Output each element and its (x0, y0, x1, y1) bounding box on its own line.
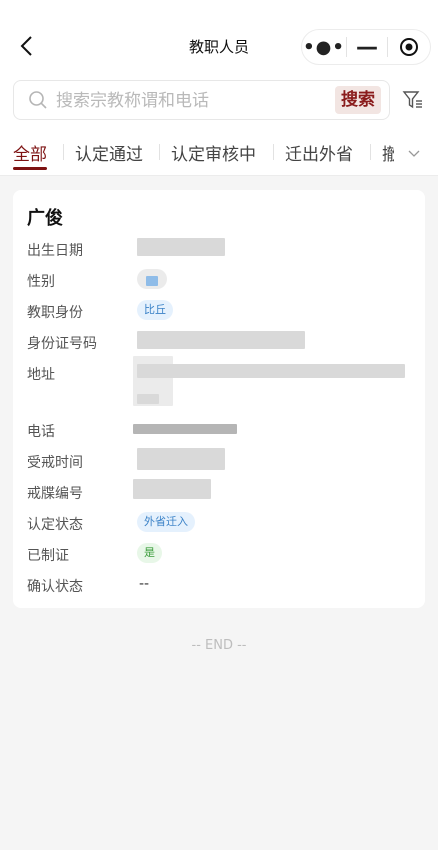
search-box: 搜索 (13, 80, 390, 120)
header-divider (0, 175, 438, 176)
field-label-id-number: 身份证号码 (27, 336, 97, 352)
header: 教职人员 •●• — 搜索宗教称谓和电话 搜索 全部 认定通过 认定审核中 迁出… (0, 0, 438, 176)
redacted-certificate-number (133, 479, 211, 499)
close-target-icon[interactable] (388, 37, 430, 57)
tab-separator (273, 144, 274, 160)
field-label-certified: 已制证 (27, 548, 69, 564)
religious-identity-tag: 比丘 (137, 300, 173, 320)
active-tab-indicator (13, 167, 47, 170)
search-row: 搜索 (0, 80, 438, 122)
field-label-address: 地址 (27, 367, 55, 383)
confirm-status-value: -- (139, 576, 150, 592)
staff-name: 广俊 (27, 208, 63, 229)
field-label-religious-identity: 教职身份 (27, 305, 83, 321)
more-options-icon[interactable]: •●• (302, 37, 346, 58)
tab-separator (63, 144, 64, 160)
redacted-ordination-time (137, 448, 225, 470)
approval-status-tag: 外省迁入 (137, 512, 195, 532)
list-end-marker: -- END -- (191, 638, 247, 653)
chevron-down-icon[interactable] (406, 145, 422, 161)
tab-all[interactable]: 全部 (13, 140, 47, 165)
field-label-confirm-status: 确认状态 (27, 579, 83, 595)
redacted-address-line (137, 364, 405, 378)
tab-separator (159, 144, 160, 160)
field-label-approval-status: 认定状态 (27, 517, 83, 533)
tab-revoked[interactable]: 撤 (382, 140, 394, 165)
redacted-phone (133, 424, 237, 434)
search-icon (29, 91, 47, 109)
status-tabs: 全部 认定通过 认定审核中 迁出外省 撤 (0, 140, 438, 172)
field-label-ordination-time: 受戒时间 (27, 455, 83, 471)
tab-under-review[interactable]: 认定审核中 (171, 140, 256, 165)
field-label-gender: 性别 (27, 274, 55, 290)
search-input[interactable] (54, 87, 338, 115)
certified-status-tag: 是 (137, 543, 162, 563)
navigation-bar: 教职人员 •●• — (0, 0, 438, 86)
redacted-gender-value (146, 276, 158, 286)
field-label-phone: 电话 (27, 424, 55, 440)
minimize-icon[interactable]: — (347, 35, 387, 60)
tab-separator (370, 144, 371, 160)
redacted-address-line2 (137, 394, 159, 404)
search-button[interactable]: 搜索 (335, 86, 381, 114)
mini-program-capsule: •●• — (301, 29, 431, 65)
redacted-birthdate (137, 238, 225, 256)
redacted-id-number (137, 331, 305, 349)
staff-card[interactable]: 广俊 出生日期 性别 教职身份 比丘 身份证号码 地址 电话 受戒时间 戒牒编号… (13, 190, 425, 608)
tab-moved-out[interactable]: 迁出外省 (285, 140, 353, 165)
field-label-certificate-number: 戒牒编号 (27, 486, 83, 502)
field-label-birthdate: 出生日期 (27, 243, 83, 259)
filter-icon[interactable] (402, 89, 424, 111)
tab-approved[interactable]: 认定通过 (75, 140, 143, 165)
